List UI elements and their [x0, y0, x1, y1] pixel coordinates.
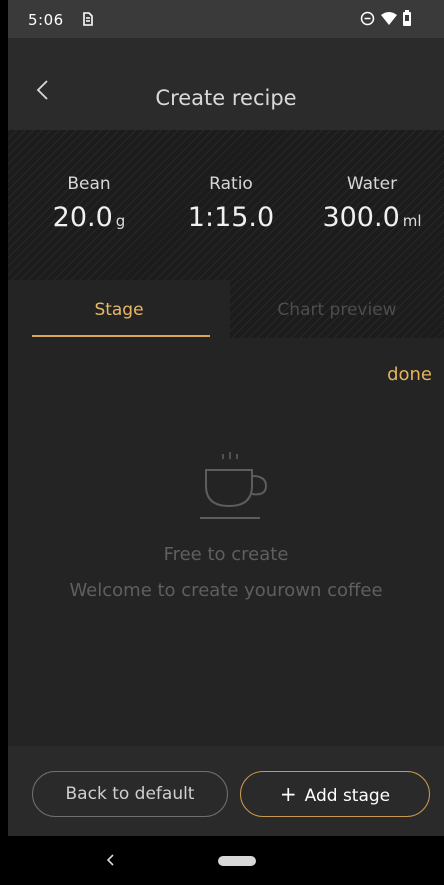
water-value-row: 300.0 ml — [302, 202, 442, 233]
coffee-cup-icon — [200, 452, 268, 519]
bean-value-row: 20.0 g — [19, 202, 159, 233]
battery-icon — [403, 10, 411, 26]
tab-stage-label: Stage — [94, 300, 144, 320]
back-to-default-button[interactable]: Back to default — [32, 771, 228, 817]
action-bar: Back to default + Add stage — [8, 746, 444, 836]
water-label: Water — [346, 174, 398, 194]
header: Create recipe — [8, 38, 444, 130]
sim-icon — [83, 12, 93, 26]
system-nav-bar — [8, 836, 444, 885]
screen: 5:06 Create recipe Bean 20.0 g Ratio 1:1… — [0, 0, 444, 885]
empty-state-title: Free to create — [163, 544, 289, 565]
water-stat[interactable]: Water 300.0 ml — [302, 174, 442, 233]
status-time: 5:06 — [28, 11, 64, 29]
bean-unit: g — [115, 212, 126, 230]
tab-bar: Stage Chart preview — [8, 280, 444, 338]
add-stage-button[interactable]: + Add stage — [240, 771, 430, 817]
water-value: 300.0 — [322, 202, 400, 233]
nav-home-pill[interactable] — [218, 856, 256, 866]
wifi-icon — [381, 12, 397, 25]
nav-back-icon[interactable] — [104, 852, 118, 868]
tab-active-indicator — [32, 335, 210, 337]
status-bar: 5:06 — [8, 0, 444, 38]
dnd-icon — [360, 11, 375, 26]
water-unit: ml — [402, 212, 422, 230]
bean-label: Bean — [67, 174, 111, 194]
recipe-stats-panel: Bean 20.0 g Ratio 1:15.0 Water 300.0 ml — [8, 130, 444, 280]
plus-icon: + — [279, 782, 297, 806]
stage-content: done Free to create Welcome to create yo… — [8, 338, 444, 746]
done-button[interactable]: done — [387, 364, 432, 385]
tab-chart-preview[interactable]: Chart preview — [230, 280, 444, 338]
ratio-value: 1:15.0 — [187, 202, 275, 233]
add-stage-label: Add stage — [304, 786, 391, 806]
tab-chart-preview-label: Chart preview — [277, 300, 397, 320]
page-title: Create recipe — [155, 86, 297, 110]
app-frame: 5:06 Create recipe Bean 20.0 g Ratio 1:1… — [8, 0, 444, 885]
bean-stat[interactable]: Bean 20.0 g — [19, 174, 159, 233]
tab-stage[interactable]: Stage — [8, 280, 230, 338]
bean-value: 20.0 — [52, 202, 113, 233]
ratio-stat[interactable]: Ratio 1:15.0 — [161, 174, 301, 233]
ratio-label: Ratio — [209, 174, 253, 194]
empty-state-subtitle: Welcome to create yourown coffee — [69, 580, 383, 601]
